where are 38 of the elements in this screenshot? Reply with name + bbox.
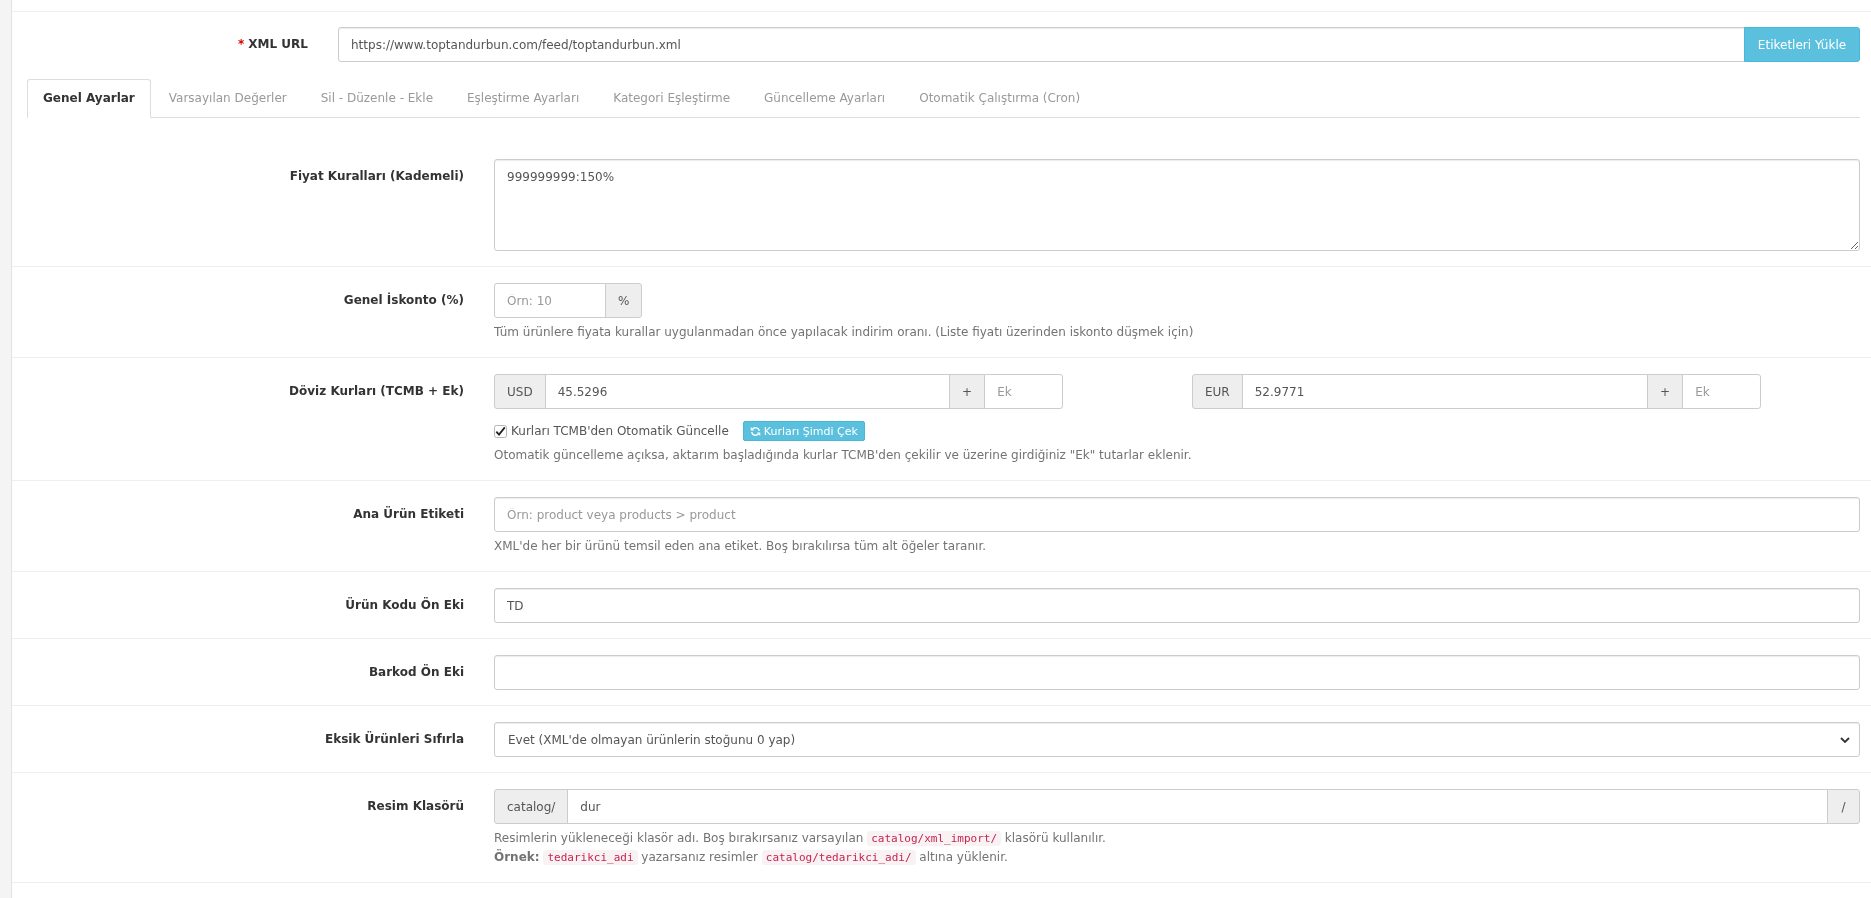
help-text: XML'de her bir ürünü temsil eden ana etiket. Boş bırakılırsa tüm alt öğeler taranır. — [494, 538, 988, 555]
field-label: Fiyat Kuralları (Kademeli) — [288, 168, 464, 185]
input-field[interactable]: Örn: product veya products > product — [494, 497, 1860, 532]
url-input[interactable]: https://www.toptandurbun.com/feed/toptandurbun.xml — [338, 27, 1745, 62]
refresh-icon — [749, 425, 761, 437]
input-field[interactable]: TD — [494, 588, 1860, 623]
help-text: Örnek: tedarikci_adi yazarsanız resimler catalog/tedarikci_adi/ altına yüklenir. — [494, 848, 1009, 867]
currency-addon: EUR — [1192, 374, 1243, 409]
select-field[interactable]: Evet (XML'de olmayan ürünlerin stoğunu 0 yap) — [494, 722, 1860, 757]
help-text: Resimlerin yükleneceği klasör adı. Boş bırakırsanız varsayılan catalog/xml_import/ klasörü kullanılır. — [494, 830, 1107, 848]
input-addon: % — [605, 283, 643, 318]
field-label: Resim Klasörü — [366, 798, 464, 815]
help-text: Otomatik güncelleme açıksa, aktarım başladığında kurlar TCMB'den çekilir ve üzerine girdiğiniz "Ek" tutarlar eklenir. — [494, 447, 1193, 464]
rate-input[interactable]: 45.5296 — [544, 374, 951, 409]
field-label: Genel İskonto (%) — [342, 291, 464, 309]
input-addon: + — [949, 374, 986, 409]
field-label: * XML URL — [236, 36, 308, 53]
checkbox-label[interactable]: Kurları TCMB'den Otomatik Güncelle — [511, 424, 729, 438]
field-label: Döviz Kurları (TCMB + Ek) — [288, 383, 464, 400]
folder-input[interactable]: dur — [567, 789, 1828, 824]
tab[interactable]: Genel Ayarlar — [27, 79, 151, 118]
chevron-down-icon — [1840, 736, 1850, 743]
field-label: Eksik Ürünleri Sıfırla — [323, 730, 464, 748]
field-label: Ürün Kodu Ön Eki — [344, 596, 464, 614]
field-label: Barkod Ön Eki — [367, 663, 464, 681]
extra-input[interactable]: Ek — [1682, 374, 1762, 409]
input-addon: + — [1647, 374, 1684, 409]
help-text: Tüm ürünlere fiyata kurallar uygulanmadan önce yapılacak indirim oranı. (Liste fiyatı üzerinden iskonto düşmek için) — [494, 324, 1195, 341]
currency-addon: USD — [494, 374, 546, 409]
checkbox[interactable] — [494, 424, 507, 438]
input-addon: / — [1827, 789, 1860, 824]
input-field[interactable] — [494, 655, 1860, 690]
extra-input[interactable]: Ek — [984, 374, 1064, 409]
rate-input[interactable]: 52.9771 — [1241, 374, 1649, 409]
input-field[interactable]: Örn: 10 — [494, 283, 606, 318]
input-addon: catalog/ — [494, 789, 569, 824]
textarea-field[interactable]: 999999999:150% — [494, 159, 1860, 251]
field-label: Ana Ürün Etiketi — [352, 505, 464, 523]
